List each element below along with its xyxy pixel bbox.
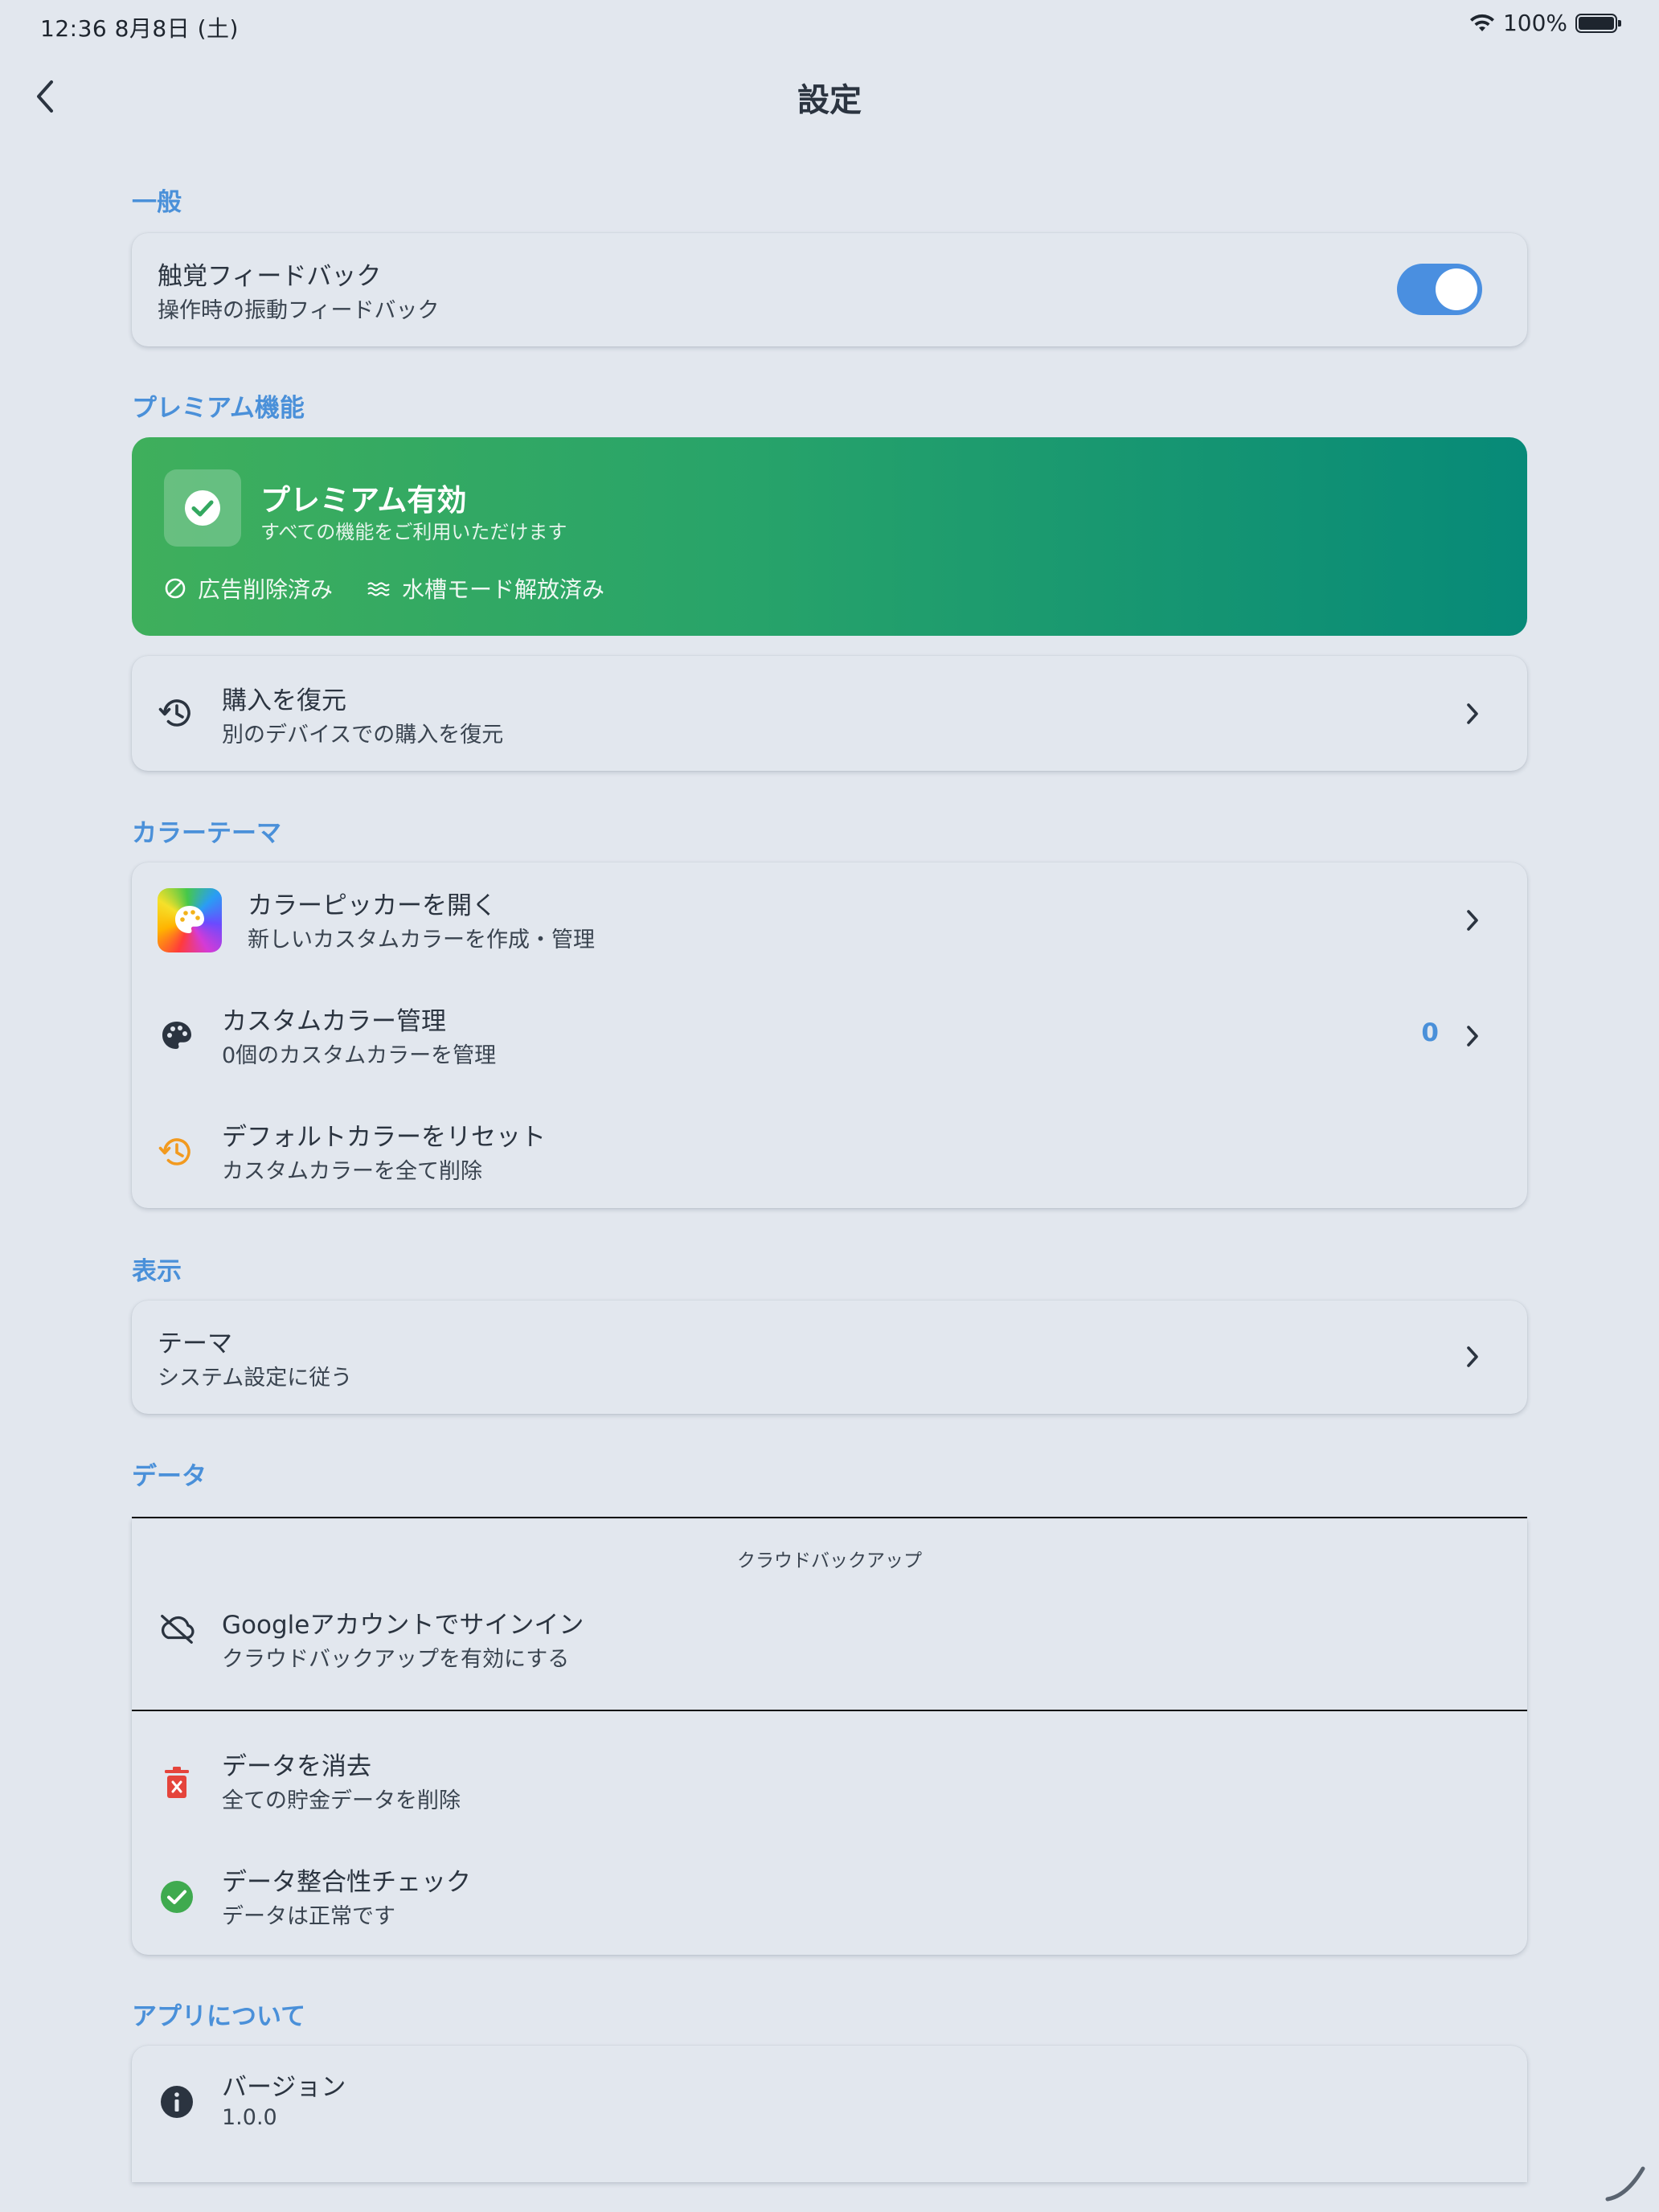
palette-icon bbox=[158, 1017, 196, 1055]
section-title-display: 表示 bbox=[132, 1257, 182, 1286]
history-icon bbox=[158, 694, 196, 732]
about-card: バージョン 1.0.0 bbox=[132, 2046, 1527, 2182]
reset-colors-subtitle: カスタムカラーを全て削除 bbox=[222, 1159, 482, 1184]
scroll-corner-indicator bbox=[1605, 2166, 1645, 2202]
google-signin-subtitle: クラウドバックアップを有効にする bbox=[222, 1647, 570, 1672]
haptic-title: 触覚フィードバック bbox=[158, 262, 382, 291]
premium-feature-ads: 広告削除済み bbox=[164, 572, 333, 604]
check-circle-icon bbox=[185, 490, 220, 526]
premium-status-card: プレミアム有効 すべての機能をご利用いただけます 広告削除済み 水槽モード解放済… bbox=[132, 437, 1527, 636]
premium-feature-aquarium-label: 水槽モード解放済み bbox=[402, 576, 605, 603]
integrity-title: データ整合性チェック bbox=[222, 1868, 471, 1897]
theme-subtitle: システム設定に従う bbox=[158, 1366, 353, 1391]
haptic-card: 触覚フィードバック 操作時の振動フィードバック bbox=[132, 233, 1527, 346]
history-icon bbox=[158, 1133, 196, 1171]
google-signin-title: Googleアカウントでサインイン bbox=[222, 1611, 584, 1640]
color-picker-row[interactable]: カラーピッカーを開く 新しいカスタムカラーを作成・管理 bbox=[132, 862, 1527, 978]
theme-row[interactable]: テーマ システム設定に従う bbox=[132, 1301, 1527, 1414]
chevron-right-icon bbox=[1460, 1020, 1485, 1052]
color-picker-subtitle: 新しいカスタムカラーを作成・管理 bbox=[248, 928, 595, 952]
haptic-subtitle: 操作時の振動フィードバック bbox=[158, 298, 440, 323]
status-indicators: 100% bbox=[1469, 10, 1621, 36]
restore-subtitle: 別のデバイスでの購入を復元 bbox=[222, 723, 504, 748]
section-title-about: アプリについて bbox=[132, 2002, 306, 2031]
info-icon bbox=[158, 2083, 196, 2121]
premium-subtitle: すべての機能をご利用いただけます bbox=[260, 521, 567, 543]
color-picker-title: カラーピッカーを開く bbox=[248, 891, 497, 920]
restore-purchase-row[interactable]: 購入を復元 別のデバイスでの購入を復元 bbox=[132, 656, 1527, 771]
clear-data-subtitle: 全ての貯金データを削除 bbox=[222, 1788, 461, 1813]
restore-title: 購入を復元 bbox=[222, 686, 346, 715]
section-title-data: データ bbox=[132, 1462, 207, 1491]
battery-percent: 100% bbox=[1502, 10, 1567, 36]
premium-feature-ads-label: 広告削除済み bbox=[198, 576, 334, 603]
divider bbox=[132, 1710, 1527, 1711]
page-title: 設定 bbox=[797, 82, 862, 119]
chevron-right-icon bbox=[1460, 1341, 1485, 1373]
chevron-right-icon bbox=[1460, 904, 1485, 936]
toggle-knob bbox=[1436, 268, 1477, 310]
integrity-check-row[interactable]: データ整合性チェック データは正常です bbox=[132, 1841, 1527, 1955]
reset-colors-row[interactable]: デフォルトカラーをリセット カスタムカラーを全て削除 bbox=[132, 1094, 1527, 1208]
theme-title: テーマ bbox=[158, 1329, 232, 1358]
section-title-general: 一般 bbox=[132, 188, 182, 217]
rainbow-palette-icon bbox=[158, 888, 222, 952]
divider bbox=[132, 1517, 1527, 1518]
wifi-icon bbox=[1469, 14, 1494, 31]
clear-data-title: データを消去 bbox=[222, 1752, 371, 1781]
cloud-off-icon bbox=[158, 1609, 196, 1648]
haptic-row: 触覚フィードバック 操作時の振動フィードバック bbox=[132, 233, 1527, 346]
clear-data-row[interactable]: データを消去 全ての貯金データを削除 bbox=[132, 1725, 1527, 1841]
section-title-premium: プレミアム機能 bbox=[132, 394, 305, 423]
version-title: バージョン bbox=[222, 2073, 346, 2102]
premium-title: プレミアム有効 bbox=[260, 483, 467, 518]
restore-card: 購入を復元 別のデバイスでの購入を復元 bbox=[132, 656, 1527, 771]
display-card: テーマ システム設定に従う bbox=[132, 1301, 1527, 1414]
haptic-toggle[interactable] bbox=[1397, 264, 1482, 315]
delete-icon bbox=[158, 1763, 196, 1802]
section-title-color-theme: カラーテーマ bbox=[132, 819, 281, 848]
block-icon bbox=[165, 578, 186, 599]
custom-color-count: 0 bbox=[1421, 1018, 1439, 1047]
custom-colors-row[interactable]: カスタムカラー管理 0個のカスタムカラーを管理 0 bbox=[132, 978, 1527, 1094]
reset-colors-title: デフォルトカラーをリセット bbox=[222, 1123, 546, 1152]
custom-colors-subtitle: 0個のカスタムカラーを管理 bbox=[222, 1043, 497, 1068]
custom-colors-title: カスタムカラー管理 bbox=[222, 1007, 446, 1036]
waves-icon bbox=[367, 582, 390, 596]
color-theme-card: カラーピッカーを開く 新しいカスタムカラーを作成・管理 カスタムカラー管理 0個… bbox=[132, 862, 1527, 1208]
version-value: 1.0.0 bbox=[222, 2105, 277, 2130]
premium-feature-aquarium: 水槽モード解放済み bbox=[367, 572, 604, 604]
integrity-subtitle: データは正常です bbox=[222, 1904, 395, 1929]
cloud-backup-header: クラウドバックアップ bbox=[737, 1550, 922, 1571]
check-circle-icon bbox=[158, 1878, 196, 1916]
google-signin-row[interactable]: Googleアカウントでサインイン クラウドバックアップを有効にする bbox=[132, 1585, 1527, 1673]
version-row: バージョン 1.0.0 bbox=[132, 2046, 1527, 2160]
premium-badge bbox=[164, 469, 241, 547]
battery-icon bbox=[1575, 13, 1621, 33]
chevron-right-icon bbox=[1460, 698, 1485, 730]
status-time-date: 12:36 8月8日 (土) bbox=[40, 15, 239, 42]
